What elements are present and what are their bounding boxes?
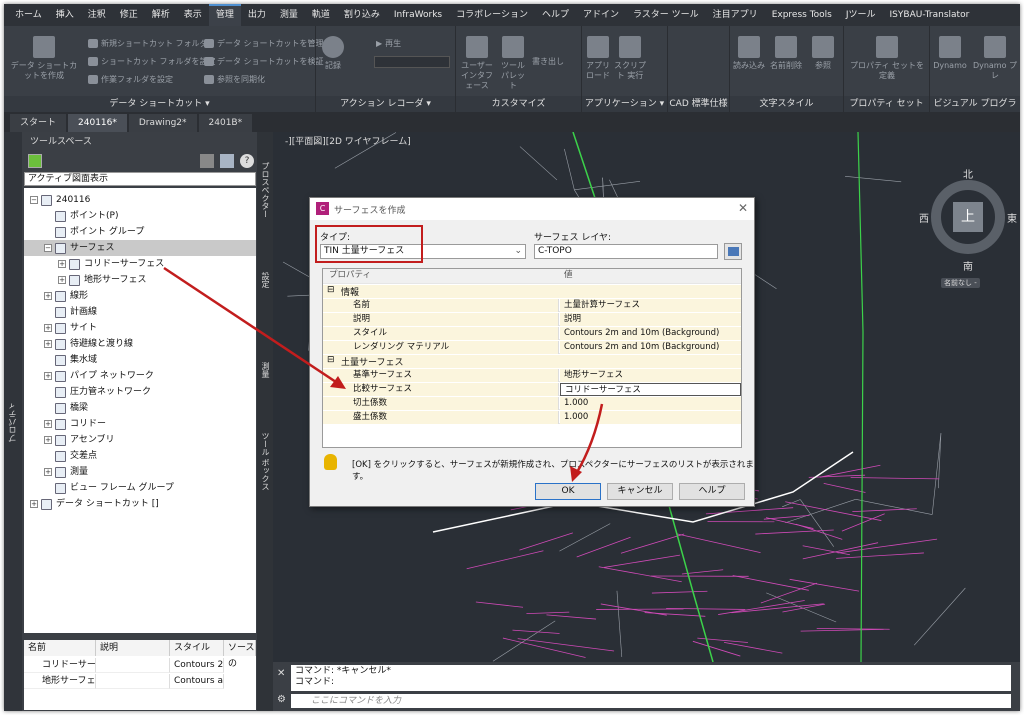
arrowhead <box>330 376 346 389</box>
annotation-arrows <box>163 266 604 482</box>
arrow-line <box>574 403 604 475</box>
autocad-window: ホーム 挿入 注釈 修正 解析 表示 管理 出力 測量 軌道 割り込み InfraWorks コラボレー… <box>4 4 1020 711</box>
arrow-line <box>163 266 337 384</box>
